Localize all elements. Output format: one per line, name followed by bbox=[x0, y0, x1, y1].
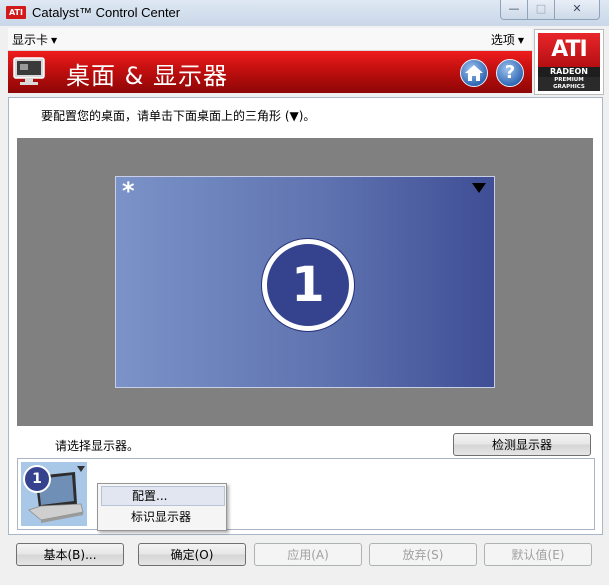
defaults-button[interactable]: 默认值(E) bbox=[484, 543, 592, 566]
apply-button[interactable]: 应用(A) bbox=[254, 543, 362, 566]
maximize-button[interactable]: □ bbox=[527, 0, 555, 20]
desktop-monitor-1[interactable]: * 1 bbox=[115, 176, 495, 388]
minimize-button[interactable]: — bbox=[500, 0, 528, 20]
context-menu-identify-display[interactable]: 标识显示器 bbox=[101, 507, 223, 527]
display-thumbnail-area: 1 配置... 标识显示器 bbox=[17, 458, 595, 531]
thumbnail-dropdown-triangle-icon[interactable] bbox=[77, 466, 85, 472]
chevron-down-icon: ▼ bbox=[517, 36, 524, 45]
instruction-text: 要配置您的桌面，请单击下面桌面上的三角形 (▼)。 bbox=[41, 109, 316, 123]
catalyst-window: ATI Catalyst™ Control Center — □ ✕ 显示卡 ▼ … bbox=[0, 0, 609, 585]
thumbnail-number-badge: 1 bbox=[23, 465, 51, 493]
monitor-number-badge: 1 bbox=[262, 239, 354, 331]
window-title: Catalyst™ Control Center bbox=[32, 5, 181, 20]
help-button[interactable]: ? bbox=[496, 59, 524, 87]
home-button[interactable] bbox=[460, 59, 488, 87]
detect-displays-button[interactable]: 检测显示器 bbox=[453, 433, 591, 456]
context-menu-item-label: 配置... bbox=[132, 489, 168, 503]
primary-marker: * bbox=[122, 177, 135, 205]
monitor-dropdown-triangle-icon[interactable] bbox=[472, 183, 486, 193]
select-display-label: 请选择显示器。 bbox=[55, 439, 140, 453]
close-button[interactable]: ✕ bbox=[554, 0, 600, 20]
logo-brand: ATI bbox=[538, 33, 600, 67]
graphics-card-menu[interactable]: 显示卡 ▼ bbox=[12, 31, 57, 48]
logo-premium-graphics: PREMIUM GRAPHICS bbox=[538, 77, 600, 91]
ok-button[interactable]: 确定(O) bbox=[138, 543, 246, 566]
page-title: 桌面 & 显示器 bbox=[66, 62, 228, 90]
logo-line2: PREMIUM bbox=[554, 77, 584, 83]
basic-button[interactable]: 基本(B)... bbox=[16, 543, 124, 566]
desktop-display-icon bbox=[13, 57, 45, 85]
app-icon: ATI bbox=[6, 6, 26, 19]
graphics-card-menu-label: 显示卡 bbox=[12, 33, 49, 47]
logo-line1: RADEON bbox=[538, 67, 600, 77]
context-menu-configure[interactable]: 配置... bbox=[101, 486, 225, 506]
ati-radeon-logo: ATI RADEON PREMIUM GRAPHICS bbox=[534, 29, 604, 95]
discard-button[interactable]: 放弃(S) bbox=[369, 543, 477, 566]
desktop-layout-area: * 1 bbox=[17, 138, 593, 426]
display-thumbnail-1[interactable]: 1 bbox=[21, 462, 87, 526]
content-panel: 要配置您的桌面，请单击下面桌面上的三角形 (▼)。 * 1 请选择显示器。 检测… bbox=[8, 97, 603, 535]
title-bar: ATI Catalyst™ Control Center — □ ✕ bbox=[0, 0, 609, 26]
page-header: 桌面 & 显示器 ? bbox=[8, 51, 532, 93]
context-menu-item-label: 标识显示器 bbox=[131, 510, 192, 524]
menu-bar: 显示卡 ▼ 选项 ▼ bbox=[8, 28, 532, 51]
home-icon bbox=[465, 65, 483, 81]
logo-line3: GRAPHICS bbox=[553, 84, 585, 90]
context-menu: 配置... 标识显示器 bbox=[97, 483, 227, 531]
chevron-down-icon: ▼ bbox=[51, 36, 58, 45]
options-menu[interactable]: 选项 ▼ bbox=[491, 31, 524, 48]
options-menu-label: 选项 bbox=[490, 33, 515, 47]
